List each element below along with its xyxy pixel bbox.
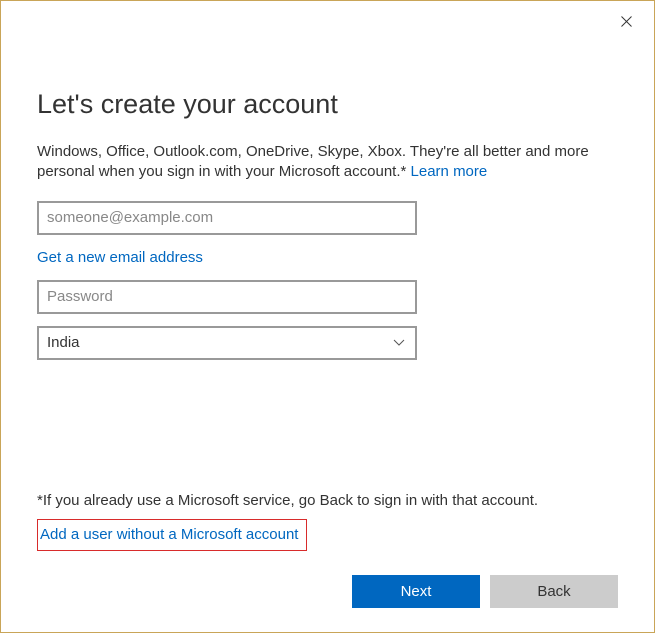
add-user-without-account-link[interactable]: Add a user without a Microsoft account xyxy=(40,526,298,543)
intro-paragraph: Windows, Office, Outlook.com, OneDrive, … xyxy=(37,142,618,183)
back-button[interactable]: Back xyxy=(490,575,618,608)
button-row: Next Back xyxy=(37,575,618,608)
country-selected-value: India xyxy=(47,334,80,351)
dialog-content: Let's create your account Windows, Offic… xyxy=(1,1,654,360)
add-user-highlight: Add a user without a Microsoft account xyxy=(37,519,307,551)
close-button[interactable] xyxy=(608,7,644,37)
next-button[interactable]: Next xyxy=(352,575,480,608)
get-new-email-link[interactable]: Get a new email address xyxy=(37,249,203,266)
password-input[interactable] xyxy=(37,280,417,314)
close-icon xyxy=(621,14,632,30)
footnote-text: *If you already use a Microsoft service,… xyxy=(37,492,618,509)
intro-text: Windows, Office, Outlook.com, OneDrive, … xyxy=(37,143,589,180)
country-select[interactable]: India xyxy=(37,326,417,360)
learn-more-link[interactable]: Learn more xyxy=(411,163,488,180)
chevron-down-icon xyxy=(391,335,407,351)
page-title: Let's create your account xyxy=(37,89,618,120)
email-input[interactable] xyxy=(37,201,417,235)
footer-area: *If you already use a Microsoft service,… xyxy=(37,492,618,608)
